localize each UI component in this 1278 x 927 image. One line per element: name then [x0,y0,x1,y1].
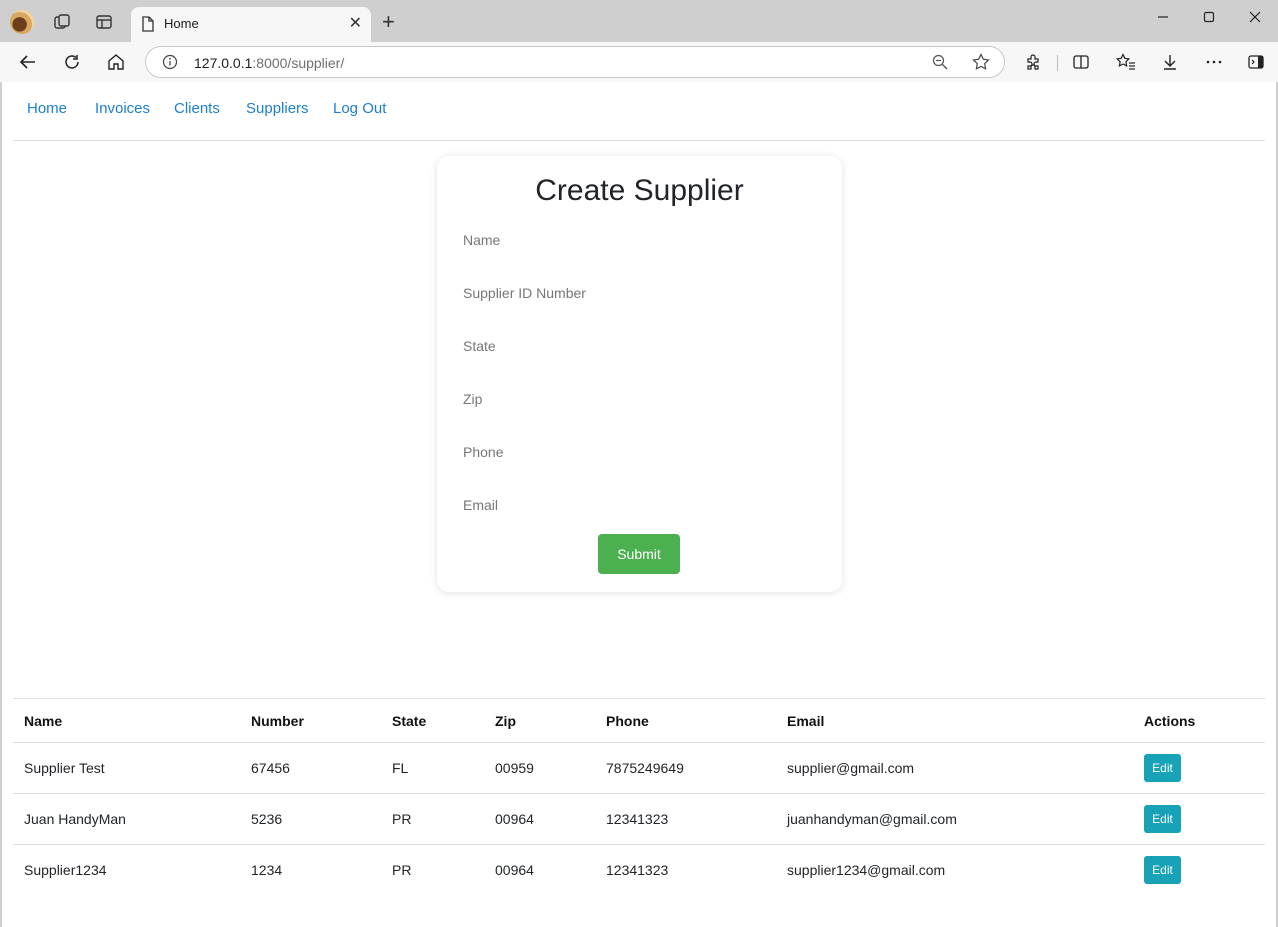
workspaces-icon[interactable] [50,10,74,34]
url-path: :8000/supplier/ [252,55,345,71]
page-content: Home Invoices Clients Suppliers Log Out … [2,82,1276,927]
cell-zip: 00964 [484,793,595,845]
header-email: Email [776,698,1133,743]
cell-phone: 12341323 [606,862,669,879]
cell-zip: 00964 [495,862,534,879]
maximize-icon[interactable] [1203,10,1215,28]
site-info-icon[interactable] [162,54,178,75]
browser-toolbar: 127.0.0.1:8000/supplier/ [0,42,1278,82]
cell-number: 1234 [251,862,283,879]
tab-title: Home [164,16,199,31]
new-tab-icon[interactable]: + [382,11,395,33]
header-name: Name [13,698,240,743]
favorites-icon[interactable] [1114,50,1138,74]
cell-actions: Edit [1133,845,1265,896]
header-actions: Actions [1133,698,1265,743]
tab-actions-icon[interactable] [92,10,116,34]
nav-link-home[interactable]: Home [27,100,67,117]
cell-phone: 12341323 [595,793,776,845]
table-header-row: Name Number State Zip Phone Email Action… [13,698,1265,743]
create-supplier-form: Create Supplier Submit [437,156,842,592]
edit-button[interactable]: Edit [1144,805,1181,833]
cell-email: juanhandyman@gmail.com [776,793,1133,845]
cell-state: FL [381,742,484,794]
phone-input[interactable] [463,434,815,470]
cell-state: PR [381,793,484,845]
url-host: 127.0.0.1 [194,55,253,71]
nav-link-suppliers[interactable]: Suppliers [246,100,309,117]
page-icon [141,16,155,37]
header-zip: Zip [484,698,595,743]
address-bar[interactable]: 127.0.0.1:8000/supplier/ [145,46,1005,78]
cell-email: supplier@gmail.com [776,742,1133,794]
browser-tab-bar: Home ✕ + [0,0,1278,42]
back-icon[interactable] [16,50,40,74]
nav-link-logout[interactable]: Log Out [333,100,386,117]
close-window-icon[interactable] [1249,10,1261,28]
cell-name: Supplier1234 [24,862,107,879]
sidebar-toggle-icon[interactable] [1244,50,1268,74]
profile-avatar-icon[interactable] [10,10,34,34]
form-title: Create Supplier [535,174,744,207]
refresh-icon[interactable] [60,50,84,74]
suppliers-table: Name Number State Zip Phone Email Action… [13,698,1265,896]
toolbar-divider [1057,55,1058,71]
edit-button[interactable]: Edit [1144,856,1181,885]
supplier-id-input[interactable] [463,275,815,311]
cell-actions: Edit [1133,793,1265,845]
table-row: Supplier Test 67456 FL 00959 7875249649 … [13,742,1265,794]
cell-name: Supplier Test [13,742,240,794]
cell-state: PR [392,862,412,879]
nav-divider [13,140,1265,141]
name-input[interactable] [463,222,815,258]
cell-phone: 7875249649 [595,742,776,794]
edit-button[interactable]: Edit [1144,754,1181,782]
url-text: 127.0.0.1:8000/supplier/ [194,55,344,71]
zip-input[interactable] [463,381,815,417]
cell-email: supplier1234@gmail.com [787,862,946,879]
minimize-icon[interactable] [1157,10,1169,28]
header-number: Number [240,698,381,743]
home-icon[interactable] [104,50,128,74]
zoom-out-icon[interactable] [932,54,948,75]
top-navigation: Home Invoices Clients Suppliers Log Out [2,82,1276,140]
extensions-icon[interactable] [1021,50,1045,74]
cell-actions: Edit [1133,742,1265,794]
close-tab-icon[interactable]: ✕ [349,13,362,33]
browser-tab-home[interactable]: Home ✕ [131,7,371,42]
nav-link-clients[interactable]: Clients [174,100,220,117]
nav-link-invoices[interactable]: Invoices [95,100,150,117]
downloads-icon[interactable] [1158,50,1182,74]
cell-name: Juan HandyMan [13,793,240,845]
state-input[interactable] [463,328,815,364]
table-row: Juan HandyMan 5236 PR 00964 12341323 jua… [13,793,1265,845]
header-phone: Phone [595,698,776,743]
header-state: State [381,698,484,743]
cell-number: 5236 [240,793,381,845]
email-input[interactable] [463,487,815,523]
submit-button[interactable]: Submit [598,534,680,574]
more-options-icon[interactable] [1202,50,1226,74]
cell-zip: 00959 [484,742,595,794]
table-row: Supplier1234 1234 PR 00964 12341323 supp… [13,845,1265,896]
split-screen-icon[interactable] [1069,50,1093,74]
cell-number: 67456 [240,742,381,794]
favorite-star-icon[interactable] [972,53,990,76]
